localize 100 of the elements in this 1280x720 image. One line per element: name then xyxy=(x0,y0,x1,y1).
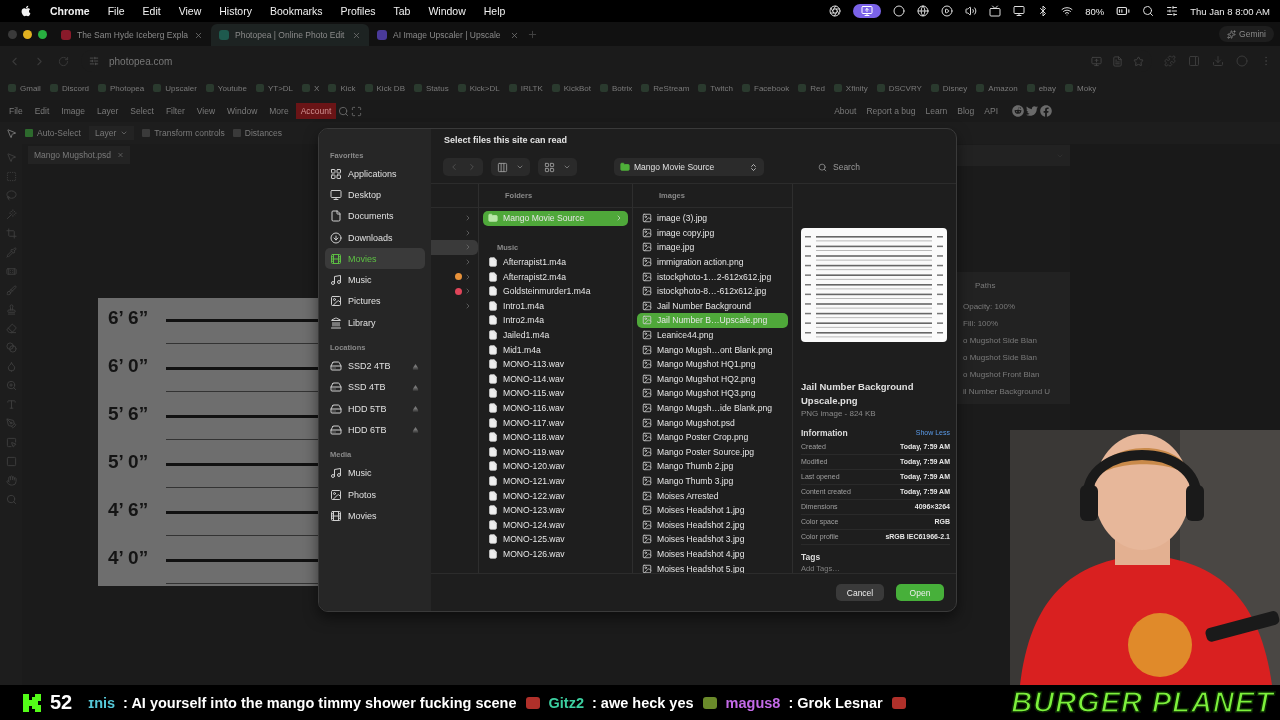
eyedropper-icon[interactable] xyxy=(5,247,17,258)
panel-tab[interactable]: Paths xyxy=(957,272,1070,298)
reload-icon[interactable] xyxy=(58,55,69,67)
menu-item[interactable]: File xyxy=(4,103,28,119)
bookmark[interactable]: ebay xyxy=(1026,83,1057,93)
eject-icon[interactable] xyxy=(411,425,420,435)
file-row[interactable]: MONO-113.wav xyxy=(483,356,628,372)
file-row[interactable]: MONO-123.wav xyxy=(483,502,628,518)
menu-item[interactable]: File xyxy=(107,5,125,17)
file-row[interactable]: image copy.jpg xyxy=(637,225,788,241)
bookmark[interactable]: Amazon xyxy=(976,83,1018,93)
magnifier-icon[interactable] xyxy=(5,380,17,391)
file-row[interactable]: MONO-120.wav xyxy=(483,459,628,474)
file-row[interactable]: Moises Headshot 5.jpg xyxy=(637,561,788,573)
opacity-field[interactable]: Opacity: 100% xyxy=(957,298,1070,315)
nav-link[interactable]: Blog xyxy=(957,106,975,116)
file-row[interactable]: MONO-126.wav xyxy=(483,546,628,562)
eject-icon[interactable] xyxy=(411,404,420,414)
bookmark[interactable]: YT>DL xyxy=(255,83,294,93)
forward-icon[interactable] xyxy=(467,162,477,172)
download-icon[interactable] xyxy=(1212,55,1224,67)
option-checkbox[interactable]: Distances xyxy=(232,128,283,138)
minimize-button[interactable] xyxy=(23,29,32,39)
file-row[interactable]: Moises Headshot 1.jpg xyxy=(637,502,788,518)
file-row[interactable]: Mango Mugshot.psd xyxy=(637,415,788,430)
nav-link[interactable]: Report a bug xyxy=(866,106,916,116)
sidebar-item[interactable]: Music xyxy=(325,462,425,484)
sidebar-item[interactable]: SSD 4TB xyxy=(325,376,425,398)
menu-item[interactable]: Edit xyxy=(29,103,55,119)
browser-tab[interactable]: AI Image Upscaler | Upscale xyxy=(369,24,527,46)
sidebar-item[interactable]: SSD2 4TB xyxy=(325,355,425,377)
file-row[interactable]: MONO-117.wav xyxy=(483,415,628,430)
app-menu[interactable]: Chrome xyxy=(50,5,90,17)
bookmark[interactable]: Upscaler xyxy=(153,83,197,93)
column-view-button[interactable] xyxy=(491,158,530,176)
brush-icon[interactable] xyxy=(5,285,17,296)
sidebar-item[interactable]: Applications xyxy=(325,163,425,185)
file-row[interactable]: immigration action.png xyxy=(637,254,788,270)
bookmark[interactable]: Youtube xyxy=(205,83,247,93)
drop-icon[interactable] xyxy=(5,361,17,372)
browser-tab[interactable]: The Sam Hyde Iceberg Expla xyxy=(53,24,211,46)
eject-icon[interactable] xyxy=(411,382,420,392)
pointer-icon[interactable] xyxy=(6,127,17,139)
menu-item[interactable]: Account xyxy=(295,103,337,119)
menu-item[interactable]: Window xyxy=(222,103,263,119)
file-row[interactable]: Leanice44.png xyxy=(637,327,788,343)
lasso-icon[interactable] xyxy=(5,190,17,201)
file-row[interactable]: MONO-122.wav xyxy=(483,488,628,503)
battery-icon[interactable] xyxy=(1116,4,1131,18)
file-row[interactable]: Mango Mugshot HQ2.png xyxy=(637,371,788,387)
bookmark[interactable]: Status xyxy=(414,83,449,93)
eject-icon[interactable] xyxy=(411,361,420,371)
bookmark[interactable]: DSCVRY xyxy=(876,83,922,93)
location-popup[interactable]: Mango Movie Source xyxy=(614,158,764,176)
menu-item[interactable]: Filter xyxy=(160,103,190,119)
menu-item[interactable]: History xyxy=(219,5,252,17)
file-row[interactable]: Goldsteinmurder1.m4a xyxy=(483,283,628,299)
install-icon[interactable] xyxy=(1091,55,1102,67)
file-row[interactable]: MONO-118.wav xyxy=(483,429,628,445)
bookmark[interactable]: Moky xyxy=(1065,83,1097,93)
sidebar-item[interactable]: Music xyxy=(325,269,425,291)
file-row[interactable]: MONO-124.wav xyxy=(483,517,628,533)
bookmark[interactable]: Kick DB xyxy=(364,83,405,93)
eraser-icon[interactable] xyxy=(5,323,17,334)
sidebar-item[interactable]: Downloads xyxy=(325,226,425,249)
side-panel-icon[interactable] xyxy=(1188,55,1200,67)
text-tool-icon[interactable] xyxy=(5,399,17,410)
file-row[interactable]: istockphoto-1…2-612x612.jpg xyxy=(637,269,788,284)
file-row[interactable]: Afterrapist1.m4a xyxy=(483,254,628,270)
file-row[interactable]: Afterrapist2.m4a xyxy=(483,269,628,284)
bookmark[interactable]: Twitch xyxy=(698,83,734,93)
zoom-icon[interactable] xyxy=(5,494,17,505)
new-tab-icon[interactable] xyxy=(527,28,538,40)
layer-item[interactable]: o Mugshot Side Blan xyxy=(957,332,1070,349)
bookmark[interactable]: Discord xyxy=(49,83,89,93)
file-row[interactable]: MONO-116.wav xyxy=(483,400,628,416)
zoom-button[interactable] xyxy=(38,29,47,39)
nav-link[interactable]: About xyxy=(834,106,857,116)
gradient-icon[interactable] xyxy=(5,342,17,353)
file-row[interactable]: istockphoto-8…-612x612.jpg xyxy=(637,283,788,299)
page-icon[interactable] xyxy=(1112,55,1123,67)
back-icon[interactable] xyxy=(449,162,459,172)
twitter-icon[interactable] xyxy=(1026,105,1038,117)
close-window-button[interactable] xyxy=(8,29,17,39)
file-row[interactable]: Mango Mugsh…ide Blank.png xyxy=(637,400,788,416)
bookmark[interactable]: Photopea xyxy=(98,83,145,93)
file-row[interactable]: Mango Thumb 3.jpg xyxy=(637,473,788,489)
bookmark[interactable]: X xyxy=(302,83,320,93)
screen-share-icon[interactable] xyxy=(853,4,882,18)
menu-item[interactable]: Help xyxy=(483,5,506,17)
file-row[interactable]: Moises Headshot 2.jpg xyxy=(637,517,788,533)
file-row[interactable]: Jailed1.m4a xyxy=(483,327,628,343)
file-row[interactable]: Moises Headshot 4.jpg xyxy=(637,546,788,562)
site-settings-icon[interactable] xyxy=(89,56,99,66)
menu-item[interactable]: Layer xyxy=(92,103,124,119)
bookmark[interactable]: Xfinity xyxy=(833,83,868,93)
menu-item[interactable]: Select xyxy=(125,103,159,119)
selection-icon[interactable] xyxy=(5,437,17,448)
menu-item[interactable]: Profiles xyxy=(340,5,376,17)
sidebar-item[interactable]: HDD 5TB xyxy=(325,397,425,420)
